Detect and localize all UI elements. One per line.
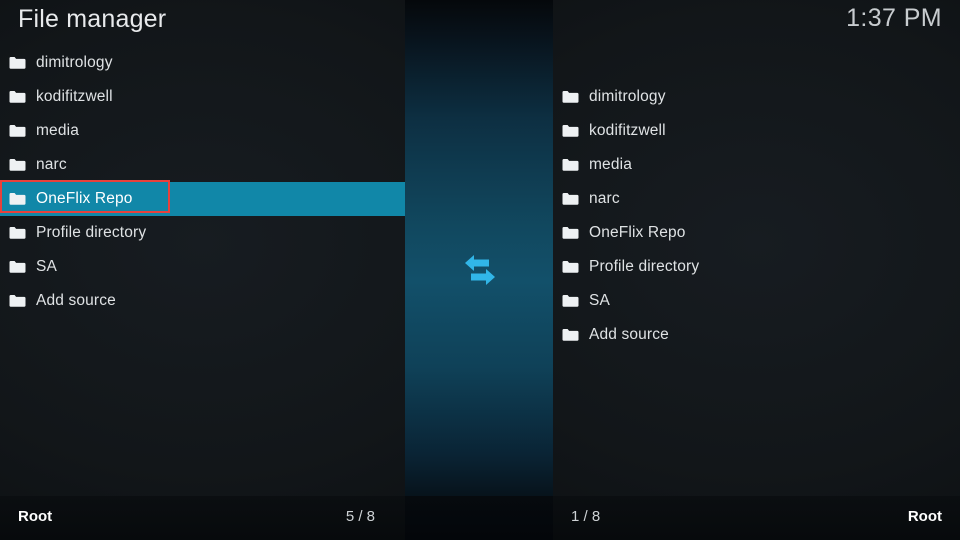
list-item[interactable]: Profile directory (0, 216, 405, 250)
list-item[interactable]: OneFlix Repo (553, 216, 960, 250)
folder-icon (9, 192, 26, 206)
folder-icon-glyph (562, 193, 579, 205)
list-item-label: narc (589, 190, 620, 208)
list-item[interactable]: media (0, 114, 405, 148)
footer-center (405, 496, 553, 540)
folder-icon-glyph (9, 261, 26, 273)
right-footer-count: 1 / 8 (571, 508, 601, 525)
folder-icon (9, 226, 26, 240)
folder-icon-glyph (562, 125, 579, 137)
left-file-list: dimitrology kodifitzwell media narc OneFlix … (0, 46, 405, 318)
list-item-label: media (589, 156, 632, 174)
list-item[interactable]: kodifitzwell (0, 80, 405, 114)
list-item[interactable]: narc (553, 182, 960, 216)
list-item[interactable]: Add source (553, 318, 960, 352)
folder-icon (9, 90, 26, 104)
list-item-label: OneFlix Repo (589, 224, 686, 242)
folder-icon (562, 192, 579, 206)
right-file-list: dimitrology kodifitzwell media narc OneFlix … (553, 80, 960, 352)
list-item[interactable]: SA (553, 284, 960, 318)
left-footer-path: Root (18, 508, 53, 525)
folder-icon (562, 90, 579, 104)
folder-icon (562, 158, 579, 172)
right-pane-footer: 1 / 8 Root (553, 496, 960, 540)
swap-panes-glyph (465, 255, 495, 285)
list-item-label: dimitrology (589, 88, 666, 106)
folder-icon-glyph (562, 91, 579, 103)
list-item-label: Add source (589, 326, 669, 344)
folder-icon-glyph (9, 159, 26, 171)
folder-icon-glyph (562, 329, 579, 341)
folder-icon (9, 56, 26, 70)
list-item-label: dimitrology (36, 54, 113, 72)
list-item[interactable]: OneFlix Repo (0, 182, 405, 216)
list-item[interactable]: SA (0, 250, 405, 284)
folder-icon-glyph (9, 91, 26, 103)
list-item[interactable]: Profile directory (553, 250, 960, 284)
folder-icon (562, 328, 579, 342)
folder-icon-glyph (9, 125, 26, 137)
list-item[interactable]: dimitrology (0, 46, 405, 80)
left-footer-count: 5 / 8 (345, 508, 375, 525)
folder-icon-glyph (562, 261, 579, 273)
folder-icon (9, 294, 26, 308)
swap-panes-icon[interactable] (455, 250, 505, 290)
folder-icon (9, 158, 26, 172)
kodi-file-manager-screen: File manager 1:37 PM dimitrology kodifitz… (0, 0, 960, 540)
list-item-label: kodifitzwell (589, 122, 666, 140)
left-pane-footer: Root 5 / 8 (0, 496, 405, 540)
list-item-label: Profile directory (589, 258, 700, 276)
list-item-label: Profile directory (36, 224, 147, 242)
list-item-label: SA (589, 292, 610, 310)
folder-icon-glyph (9, 227, 26, 239)
list-item[interactable]: Add source (0, 284, 405, 318)
folder-icon-glyph (562, 295, 579, 307)
list-item-label: SA (36, 258, 57, 276)
folder-icon-glyph (9, 295, 26, 307)
folder-icon-glyph (9, 193, 26, 205)
folder-icon-glyph (562, 159, 579, 171)
folder-icon-glyph (9, 57, 26, 69)
folder-icon (562, 260, 579, 274)
list-item-label: kodifitzwell (36, 88, 113, 106)
list-item-label: narc (36, 156, 67, 174)
list-item[interactable]: kodifitzwell (553, 114, 960, 148)
folder-icon (9, 260, 26, 274)
folder-icon (9, 124, 26, 138)
folder-icon (562, 294, 579, 308)
list-item[interactable]: narc (0, 148, 405, 182)
right-footer-path: Root (907, 508, 942, 525)
folder-icon-glyph (562, 227, 579, 239)
folder-icon (562, 226, 579, 240)
list-item-label: media (36, 122, 79, 140)
list-item-label: OneFlix Repo (36, 190, 133, 208)
list-item[interactable]: media (553, 148, 960, 182)
folder-icon (562, 124, 579, 138)
list-item[interactable]: dimitrology (553, 80, 960, 114)
list-item-label: Add source (36, 292, 116, 310)
